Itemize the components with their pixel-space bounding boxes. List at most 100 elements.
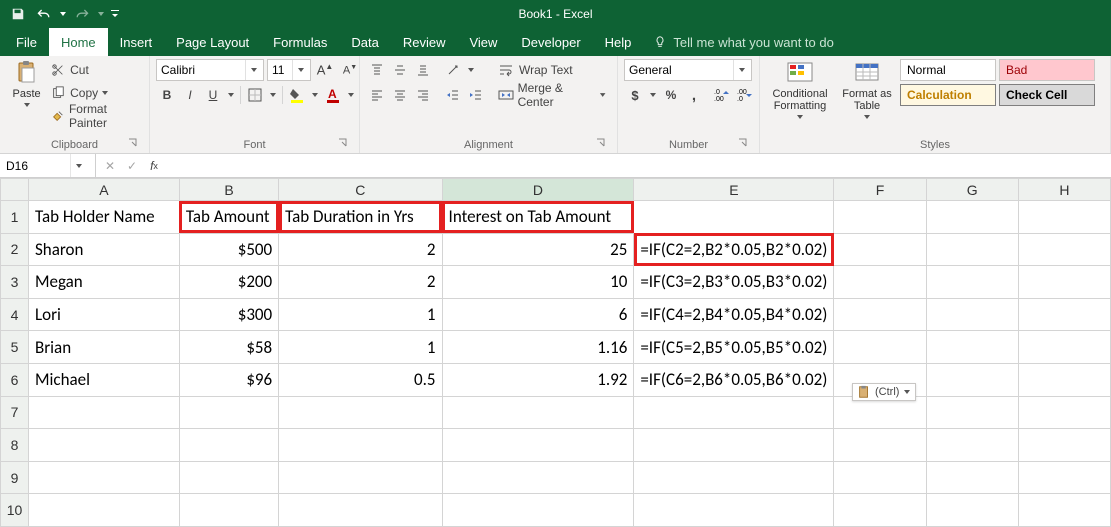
cell-B1[interactable]: Tab Amount	[179, 201, 278, 234]
chevron-down-icon[interactable]	[245, 60, 261, 80]
cell-G9[interactable]	[926, 461, 1018, 494]
row-header-9[interactable]: 9	[1, 461, 29, 494]
cell-B9[interactable]	[179, 461, 278, 494]
cell-B8[interactable]	[179, 429, 278, 462]
select-all-corner[interactable]	[1, 179, 29, 201]
row-header-4[interactable]: 4	[1, 298, 29, 331]
cell-C2[interactable]: 2	[279, 233, 442, 266]
cell-style-calculation[interactable]: Calculation	[900, 84, 996, 106]
cell-F9[interactable]	[834, 461, 926, 494]
cell-A5[interactable]: Brian	[28, 331, 179, 364]
col-header-E[interactable]: E	[634, 179, 834, 201]
cell-C9[interactable]	[279, 461, 442, 494]
undo-dropdown[interactable]	[58, 3, 68, 25]
font-name-combo[interactable]	[156, 59, 264, 81]
dialog-launcher-clipboard[interactable]	[127, 138, 139, 150]
format-as-table-button[interactable]: Format as Table	[838, 59, 896, 121]
row-header-5[interactable]: 5	[1, 331, 29, 364]
font-name-input[interactable]	[157, 63, 245, 77]
cell-H6[interactable]	[1018, 363, 1110, 396]
cell-F5[interactable]	[834, 331, 926, 364]
cell-F2[interactable]	[834, 233, 926, 266]
copy-button[interactable]: Copy	[49, 82, 143, 104]
cell-H2[interactable]	[1018, 233, 1110, 266]
cell-D8[interactable]	[442, 429, 634, 462]
col-header-F[interactable]: F	[834, 179, 926, 201]
cell-D4[interactable]: 6	[442, 298, 634, 331]
cell-D10[interactable]	[442, 494, 634, 527]
cancel-formula-button[interactable]: ✕	[100, 159, 120, 173]
borders-dropdown[interactable]	[267, 84, 279, 106]
cell-F4[interactable]	[834, 298, 926, 331]
tab-formulas[interactable]: Formulas	[261, 28, 339, 56]
cell-C8[interactable]	[279, 429, 442, 462]
cell-G4[interactable]	[926, 298, 1018, 331]
italic-button[interactable]: I	[179, 84, 201, 106]
cell-F3[interactable]	[834, 266, 926, 299]
col-header-C[interactable]: C	[279, 179, 442, 201]
col-header-G[interactable]: G	[926, 179, 1018, 201]
cell-style-bad[interactable]: Bad	[999, 59, 1095, 81]
cell-D9[interactable]	[442, 461, 634, 494]
cell-D2[interactable]: 25	[442, 233, 634, 266]
cell-E2[interactable]: =IF(C2=2,B2*0.05,B2*0.02)	[634, 233, 834, 266]
cell-F8[interactable]	[834, 429, 926, 462]
row-header-8[interactable]: 8	[1, 429, 29, 462]
align-middle-button[interactable]	[389, 59, 411, 81]
cell-G1[interactable]	[926, 201, 1018, 234]
font-size-combo[interactable]	[267, 59, 311, 81]
col-header-B[interactable]: B	[179, 179, 278, 201]
dialog-launcher-number[interactable]	[737, 138, 749, 150]
number-format-combo[interactable]	[624, 59, 752, 81]
row-header-10[interactable]: 10	[1, 494, 29, 527]
cell-A1[interactable]: Tab Holder Name	[28, 201, 179, 234]
tell-me-search[interactable]: Tell me what you want to do	[643, 28, 833, 56]
cell-H1[interactable]	[1018, 201, 1110, 234]
cell-E6[interactable]: =IF(C6=2,B6*0.05,B6*0.02)	[634, 363, 834, 396]
font-color-dropdown[interactable]	[345, 84, 357, 106]
font-size-input[interactable]	[268, 63, 292, 77]
cell-G6[interactable]	[926, 363, 1018, 396]
paste-button[interactable]: Paste	[6, 59, 47, 109]
bold-button[interactable]: B	[156, 84, 178, 106]
increase-font-button[interactable]: A▲	[314, 59, 336, 81]
conditional-formatting-button[interactable]: Conditional Formatting	[766, 59, 834, 121]
spreadsheet-area[interactable]: ABCDEFGH 1Tab Holder NameTab AmountTab D…	[0, 178, 1111, 527]
cell-D5[interactable]: 1.16	[442, 331, 634, 364]
cell-style-normal[interactable]: Normal	[900, 59, 996, 81]
font-color-button[interactable]: A	[322, 84, 344, 106]
align-right-button[interactable]	[412, 84, 434, 106]
tab-review[interactable]: Review	[391, 28, 458, 56]
enter-formula-button[interactable]: ✓	[122, 159, 142, 173]
cell-A4[interactable]: Lori	[28, 298, 179, 331]
cell-A9[interactable]	[28, 461, 179, 494]
align-top-button[interactable]	[366, 59, 388, 81]
cell-E4[interactable]: =IF(C4=2,B4*0.05,B4*0.02)	[634, 298, 834, 331]
chevron-down-icon[interactable]	[733, 60, 749, 80]
cell-style-check-cell[interactable]: Check Cell	[999, 84, 1095, 106]
cell-G5[interactable]	[926, 331, 1018, 364]
tab-insert[interactable]: Insert	[108, 28, 165, 56]
cell-H10[interactable]	[1018, 494, 1110, 527]
cell-B6[interactable]: $96	[179, 363, 278, 396]
cell-E5[interactable]: =IF(C5=2,B5*0.05,B5*0.02)	[634, 331, 834, 364]
cell-C6[interactable]: 0.5	[279, 363, 442, 396]
paste-options-button[interactable]: (Ctrl)	[852, 383, 916, 401]
decrease-decimal-button[interactable]: .00.0	[734, 84, 756, 106]
tab-data[interactable]: Data	[339, 28, 390, 56]
dialog-launcher-font[interactable]	[337, 138, 349, 150]
cell-E3[interactable]: =IF(C3=2,B3*0.05,B3*0.02)	[634, 266, 834, 299]
cell-B7[interactable]	[179, 396, 278, 429]
underline-dropdown[interactable]	[225, 84, 237, 106]
cell-G8[interactable]	[926, 429, 1018, 462]
worksheet-grid[interactable]: ABCDEFGH 1Tab Holder NameTab AmountTab D…	[0, 178, 1111, 527]
row-header-6[interactable]: 6	[1, 363, 29, 396]
undo-button[interactable]	[32, 3, 56, 25]
percent-format-button[interactable]: %	[660, 84, 682, 106]
accounting-format-button[interactable]: $	[624, 84, 646, 106]
cell-B5[interactable]: $58	[179, 331, 278, 364]
increase-indent-button[interactable]	[465, 84, 487, 106]
cell-A3[interactable]: Megan	[28, 266, 179, 299]
comma-format-button[interactable]: ,	[683, 84, 705, 106]
tab-page-layout[interactable]: Page Layout	[164, 28, 261, 56]
